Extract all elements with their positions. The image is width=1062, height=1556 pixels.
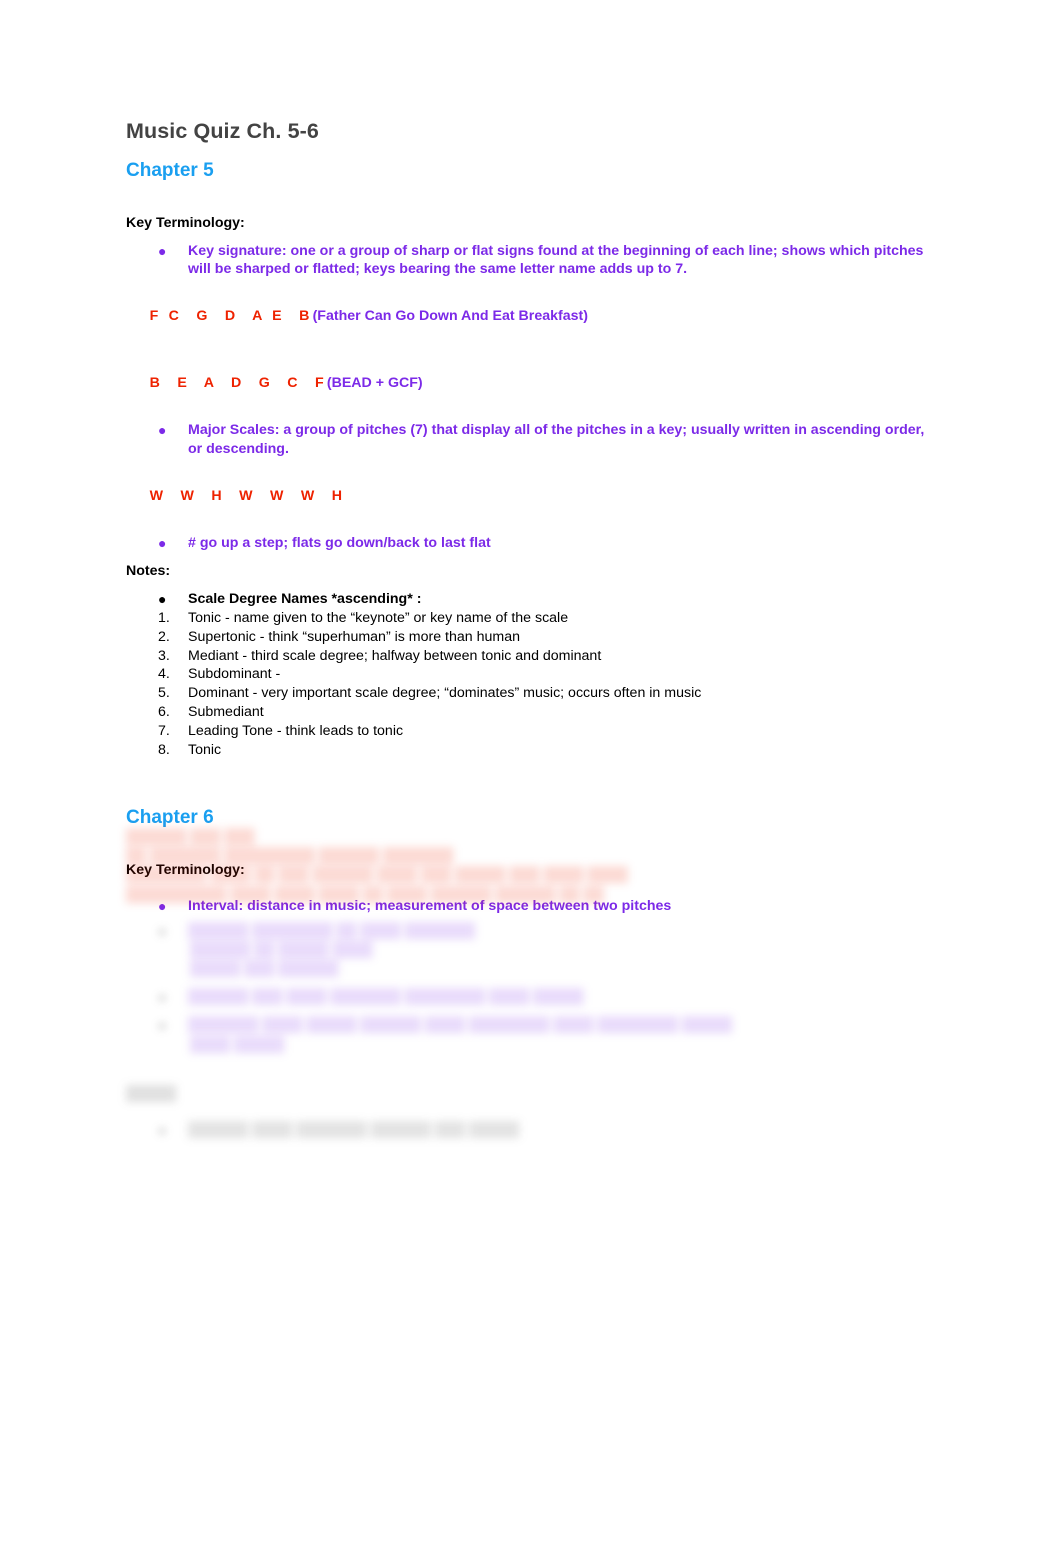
sharps-mnemonic-row: F C G D A E B(Father Can Go Down And Eat… (126, 288, 936, 346)
bullet-icon: ● (158, 989, 167, 1006)
sharps-order-letters: F C G D A E B (149, 308, 313, 325)
list-item: 3. Mediant - third scale degree; halfway… (126, 647, 936, 666)
bullet-icon: ● (158, 1017, 167, 1034)
sharps-mnemonic-expansion: (Father Can Go Down And Eat Breakfast) (312, 308, 588, 325)
obscured-purple-line: ██████ ████████ ██ ████ ███████ (188, 922, 476, 939)
bullet-icon: ● (158, 1121, 167, 1138)
list-item: ● Scale Degree Names *ascending* : (126, 590, 936, 609)
obscured-content-region: ██████ ███ ███ ██ ███████ █████████ ████… (126, 828, 936, 1140)
list-item: 6. Submediant (126, 703, 936, 722)
bullet-icon: ● (158, 422, 167, 439)
document-content: Music Quiz Ch. 5-6 Chapter 5 Key Termino… (126, 118, 936, 915)
obscured-notes-label: █████ (126, 1085, 177, 1102)
list-number: 8. (158, 741, 170, 758)
obscured-purple-line: ████ █████ (190, 1036, 285, 1053)
obscured-list-item: ● ██████ ███ ████ ███████ ████████ ████ … (126, 988, 936, 1007)
chapter-5-notes-label: Notes: (126, 562, 171, 579)
list-number: 2. (158, 628, 170, 645)
list-number: 7. (158, 723, 170, 740)
list-item-text: Mediant - third scale degree; halfway be… (188, 647, 602, 664)
obscured-gray-line: ██████ ████ ███████ ██████ ███ █████ (188, 1121, 520, 1138)
flats-order-letters: B E A D G C F (149, 374, 327, 391)
flats-mnemonic-row: B E A D G C F(BEAD + GCF) (126, 355, 936, 413)
obscured-purple-line: ██████ ██ █████ ████ (190, 941, 373, 958)
chapter-5-heading: Chapter 5 (126, 159, 214, 181)
list-item: 2. Supertonic - think “superhuman” is mo… (126, 628, 936, 647)
obscured-purple-line: ███████ ████ █████ ██████ ████ ████████ … (188, 1017, 733, 1034)
list-number: 3. (158, 647, 170, 664)
obscured-list-item: ● ███████ ████ █████ ██████ ████ ███████… (126, 1016, 936, 1035)
major-scales-definition: Major Scales: a group of pitches (7) tha… (188, 422, 925, 457)
chapter-5-key-terminology-label: Key Terminology: (126, 214, 245, 231)
list-item: ● Key signature: one or a group of sharp… (126, 242, 936, 279)
sharps-flats-rule: # go up a step; flats go down/back to la… (188, 535, 491, 552)
list-item-text: Dominant - very important scale degree; … (188, 685, 702, 702)
list-number: 5. (158, 685, 170, 702)
obscured-red-line: ██████████ ████ ████ ████ ██ ████ ██████… (126, 886, 604, 903)
document-page: Music Quiz Ch. 5-6 Chapter 5 Key Termino… (0, 0, 1062, 1556)
list-item-text: Subdominant - (188, 666, 281, 683)
list-item-text: Leading Tone - think leads to tonic (188, 723, 404, 740)
obscured-red-heading: ██████ ███ ███ (126, 829, 255, 845)
list-item: ● Major Scales: a group of pitches (7) t… (126, 421, 936, 458)
scale-degree-names-heading: Scale Degree Names *ascending* : (188, 591, 422, 608)
obscured-red-line: ████████ ████ ██ ███ ██████ ████ ███ ███… (126, 867, 628, 884)
key-signature-definition: Key signature: one or a group of sharp o… (188, 242, 924, 278)
list-item-text: Supertonic - think “superhuman” is more … (188, 628, 520, 645)
list-number: 6. (158, 704, 170, 721)
whole-half-step-pattern: W W H W W W H (149, 487, 346, 504)
list-item-text: Tonic (188, 741, 222, 758)
list-item-text: Tonic - name given to the “keynote” or k… (188, 609, 569, 626)
whole-half-step-pattern-row: W W H W W W H (126, 468, 936, 526)
obscured-list-item: ● ██████ ████████ ██ ████ ███████ (126, 922, 936, 941)
scale-degree-list: 1. Tonic - name given to the “keynote” o… (126, 609, 936, 760)
bullet-icon: ● (158, 535, 167, 552)
bullet-icon: ● (158, 591, 167, 608)
page-title: Music Quiz Ch. 5-6 (126, 119, 319, 143)
list-item: 1. Tonic - name given to the “keynote” o… (126, 609, 936, 628)
chapter-6-heading: Chapter 6 (126, 806, 214, 828)
list-item: 5. Dominant - very important scale degre… (126, 684, 936, 703)
obscured-list-item: ● ██████ ████ ███████ ██████ ███ █████ (126, 1121, 936, 1140)
list-number: 1. (158, 609, 170, 626)
list-number: 4. (158, 666, 170, 683)
list-item: ● # go up a step; flats go down/back to … (126, 534, 936, 553)
list-item: 8. Tonic (126, 741, 936, 760)
obscured-purple-line: █████ ███ ██████ (190, 961, 339, 978)
list-item: 4. Subdominant - (126, 665, 936, 684)
obscured-purple-line: ██████ ███ ████ ███████ ████████ ████ ██… (188, 989, 584, 1006)
bullet-icon: ● (158, 922, 167, 939)
flats-mnemonic-expansion: (BEAD + GCF) (326, 374, 423, 391)
obscured-red-line: ██ ███████ █████████ ██████ ███████ (126, 848, 454, 865)
list-item: 7. Leading Tone - think leads to tonic (126, 722, 936, 741)
list-item-text: Submediant (188, 704, 264, 721)
bullet-icon: ● (158, 242, 167, 259)
